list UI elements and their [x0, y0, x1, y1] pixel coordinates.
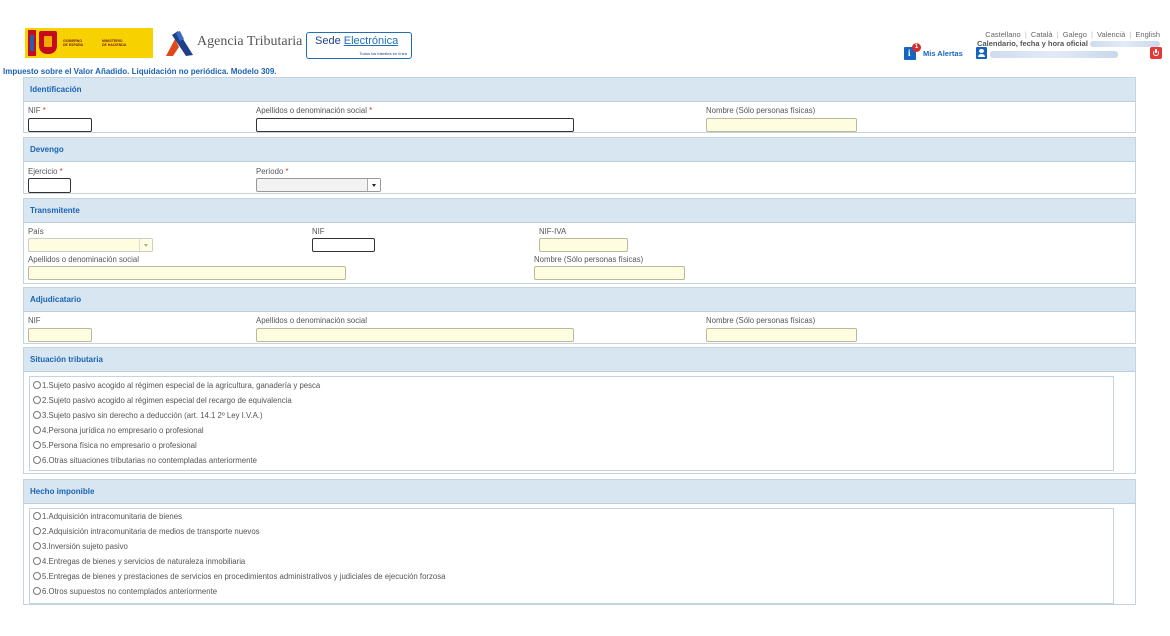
- section-hecho-imponible: Hecho imponible 1.Adquisición intracomun…: [23, 479, 1136, 605]
- user-icon[interactable]: [976, 47, 987, 59]
- redacted-datetime: [1090, 41, 1160, 48]
- hecho-option[interactable]: 1.Adquisición intracomunitaria de bienes: [33, 510, 182, 522]
- section-title-devengo: Devengo: [24, 138, 1135, 162]
- chevron-down-icon[interactable]: [367, 179, 380, 191]
- transmitente-nif-label: NIF: [312, 227, 325, 236]
- situacion-option[interactable]: 5.Persona física no empresario o profesi…: [33, 439, 197, 451]
- language-selector: Castellano | Català | Galego | Valencià …: [985, 30, 1160, 39]
- apellidos-label: Apellidos o denominación social *: [256, 106, 373, 115]
- nif-label: NIF *: [28, 106, 46, 115]
- situacion-option[interactable]: 2.Sujeto pasivo acogido al régimen espec…: [33, 394, 292, 406]
- radio-button[interactable]: [33, 441, 41, 449]
- radio-button[interactable]: [33, 527, 41, 535]
- nif-input[interactable]: [28, 118, 92, 132]
- agency-name[interactable]: Agencia Tributaria: [197, 34, 302, 50]
- nif-iva-input[interactable]: [539, 238, 628, 252]
- hecho-option[interactable]: 4.Entregas de bienes y servicios de natu…: [33, 555, 245, 567]
- radio-button[interactable]: [33, 456, 41, 464]
- transmitente-nif-input[interactable]: [312, 238, 375, 252]
- radio-button[interactable]: [33, 426, 41, 434]
- adjudicatario-apellidos-label: Apellidos o denominación social: [256, 316, 367, 325]
- radio-button[interactable]: [33, 381, 41, 389]
- transmitente-apellidos-label: Apellidos o denominación social: [28, 255, 139, 264]
- ejercicio-label: Ejercicio *: [28, 167, 63, 176]
- adjudicatario-apellidos-input[interactable]: [256, 328, 574, 342]
- coat-of-arms-icon: [39, 31, 57, 54]
- sede-label: Sede: [315, 35, 341, 47]
- gov-logo-text-gobierno: GOBIERNO DE ESPAÑA: [63, 39, 84, 47]
- hecho-radio-group: 1.Adquisición intracomunitaria de bienes…: [29, 508, 1114, 604]
- lang-english[interactable]: English: [1135, 30, 1160, 39]
- transmitente-nombre-input[interactable]: [534, 266, 685, 280]
- adjudicatario-nombre-label: Nombre (Sólo personas físicas): [706, 316, 816, 325]
- alerts-link[interactable]: Mis Alertas: [923, 49, 963, 58]
- section-title-adjudicatario: Adjudicatario: [24, 288, 1135, 312]
- section-identificacion: Identificación NIF * Apellidos o denomin…: [23, 77, 1136, 133]
- adjudicatario-nif-input[interactable]: [28, 328, 92, 342]
- pais-select[interactable]: [28, 238, 153, 252]
- page-title: Impuesto sobre el Valor Añadido. Liquida…: [3, 67, 277, 76]
- section-title-identificacion: Identificación: [24, 78, 1135, 102]
- site-header: GOBIERNO DE ESPAÑA MINISTERIO DE HACIEND…: [0, 0, 1170, 66]
- situacion-option[interactable]: 6.Otras situaciones tributarias no conte…: [33, 454, 257, 466]
- chevron-down-icon[interactable]: [139, 239, 152, 251]
- situacion-radio-group: 1.Sujeto pasivo acogido al régimen espec…: [29, 376, 1114, 471]
- radio-button[interactable]: [33, 572, 41, 580]
- transmitente-nombre-label: Nombre (Sólo personas físicas): [534, 255, 644, 264]
- redacted-user-name[interactable]: [990, 50, 1118, 59]
- section-adjudicatario: Adjudicatario NIF Apellidos o denominaci…: [23, 287, 1136, 344]
- hecho-option[interactable]: 3.Inversión sujeto pasivo: [33, 540, 128, 552]
- apellidos-input[interactable]: [256, 118, 574, 132]
- calendar-link[interactable]: Calendario, fecha y hora oficial: [977, 39, 1160, 48]
- radio-button[interactable]: [33, 587, 41, 595]
- agencia-tributaria-logo-icon[interactable]: [164, 29, 194, 57]
- pais-label: País: [28, 227, 44, 236]
- calendar-label: Calendario, fecha y hora oficial: [977, 39, 1088, 48]
- lang-valencia[interactable]: Valencià: [1097, 30, 1125, 39]
- lang-castellano[interactable]: Castellano: [985, 30, 1020, 39]
- sede-subtitle: Todos los trámites en línea: [359, 51, 407, 56]
- hecho-option[interactable]: 5.Entregas de bienes y prestaciones de s…: [33, 570, 446, 582]
- hecho-option[interactable]: 2.Adquisición intracomunitaria de medios…: [33, 525, 260, 537]
- radio-button[interactable]: [33, 396, 41, 404]
- radio-button[interactable]: [33, 512, 41, 520]
- nif-iva-label: NIF-IVA: [539, 227, 567, 236]
- sede-electronica-logo[interactable]: Sede Electrónica Todos los trámites en l…: [306, 32, 412, 59]
- section-title-situacion: Situación tributaria: [24, 348, 1135, 372]
- gobierno-espana-logo[interactable]: GOBIERNO DE ESPAÑA MINISTERIO DE HACIEND…: [25, 28, 153, 58]
- radio-button[interactable]: [33, 542, 41, 550]
- section-devengo: Devengo Ejercicio * Período *: [23, 137, 1136, 194]
- adjudicatario-nif-label: NIF: [28, 316, 41, 325]
- radio-button[interactable]: [33, 557, 41, 565]
- gov-logo-text-ministerio: MINISTERIO DE HACIENDA: [102, 39, 127, 47]
- section-transmitente: Transmitente País NIF NIF-IVA Apellidos …: [23, 198, 1136, 284]
- situacion-option[interactable]: 1.Sujeto pasivo acogido al régimen espec…: [33, 379, 320, 391]
- periodo-label: Período *: [256, 167, 289, 176]
- section-title-hecho: Hecho imponible: [24, 480, 1135, 504]
- section-title-transmitente: Transmitente: [24, 199, 1135, 223]
- adjudicatario-nombre-input[interactable]: [706, 328, 857, 342]
- nombre-input[interactable]: [706, 118, 857, 132]
- section-situacion-tributaria: Situación tributaria 1.Sujeto pasivo aco…: [23, 347, 1136, 474]
- electronica-label: Electrónica: [343, 35, 399, 47]
- hecho-option[interactable]: 6.Otros supuestos no contemplados anteri…: [33, 585, 217, 597]
- alerts-count-badge: 1: [912, 43, 921, 52]
- lang-galego[interactable]: Galego: [1063, 30, 1087, 39]
- logout-power-icon[interactable]: [1150, 47, 1162, 59]
- spain-flag-icon: [28, 30, 36, 56]
- transmitente-apellidos-input[interactable]: [28, 266, 346, 280]
- situacion-option[interactable]: 3.Sujeto pasivo sin derecho a deducción …: [33, 409, 263, 421]
- radio-button[interactable]: [33, 411, 41, 419]
- lang-catala[interactable]: Català: [1031, 30, 1053, 39]
- situacion-option[interactable]: 4.Persona jurídica no empresario o profe…: [33, 424, 204, 436]
- periodo-select[interactable]: [256, 178, 381, 192]
- ejercicio-input[interactable]: [28, 178, 71, 193]
- nombre-label: Nombre (Sólo personas físicas): [706, 106, 816, 115]
